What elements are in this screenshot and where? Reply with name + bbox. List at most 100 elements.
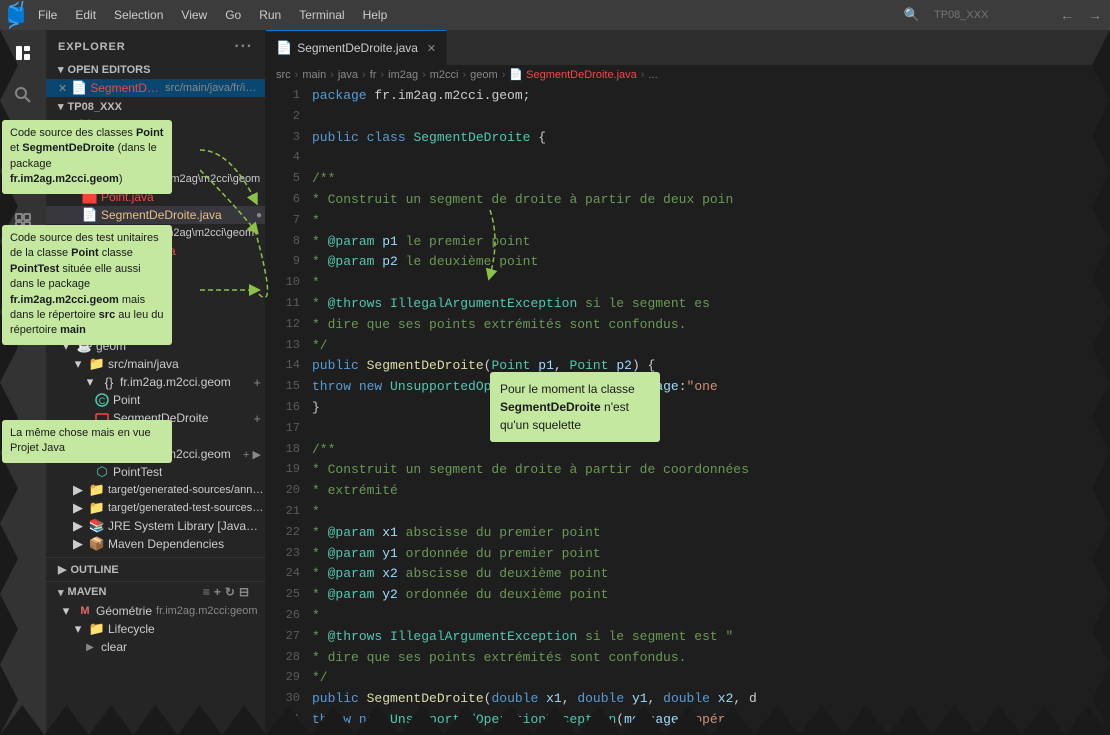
section-open-editors[interactable]: ▾ OPEN EDITORS [46, 60, 265, 79]
menu-file[interactable]: File [30, 6, 65, 24]
bc-file: 📄 SegmentDeDroite.java [509, 68, 636, 81]
search-input[interactable] [926, 7, 1046, 23]
jre-label: JRE System Library [JavaSE-21] [108, 519, 265, 533]
section-arrow: ▾ [58, 63, 64, 76]
project-title: TP08_XXX [68, 101, 122, 113]
generated-test-label: target/generated-test-sources/test-annot… [108, 502, 265, 514]
line-numbers: 12345 678910 1112131415 1617181920 21222… [266, 84, 308, 735]
menu-go[interactable]: Go [217, 6, 249, 24]
editor-area: 📄 SegmentDeDroite.java ✕ src › main › ja… [266, 30, 1110, 735]
tree-clear-goal[interactable]: ▶ clear [46, 638, 265, 656]
section-project[interactable]: ▾ TP08_XXX [46, 97, 265, 116]
code-line-2 [308, 107, 1110, 128]
sidebar-more[interactable]: ··· [234, 38, 253, 56]
package-main-label: fr.im2ag.m2cci.geom [120, 375, 231, 389]
maven-run-icon[interactable]: ↻ [225, 585, 235, 599]
code-line-18: /** [308, 440, 1110, 461]
tree-segment-java[interactable]: 📄 SegmentDeDroite.java ● [46, 206, 265, 224]
add-test-button[interactable]: + ▶ [243, 448, 261, 461]
section-arrow: ▾ [58, 586, 64, 599]
maven-collapse-icon[interactable]: ⊟ [239, 585, 249, 599]
code-line-7: * [308, 211, 1110, 232]
menu-edit[interactable]: Edit [67, 6, 104, 24]
tab-close-button[interactable]: ✕ [427, 42, 436, 55]
code-line-14: public SegmentDeDroite(Point p1, Point p… [308, 356, 1110, 377]
tree-maven-dep[interactable]: ▶ 📦 Maven Dependencies [46, 535, 265, 553]
menu-terminal[interactable]: Terminal [291, 6, 352, 24]
code-editor[interactable]: 12345 678910 1112131415 1617181920 21222… [266, 84, 1110, 735]
code-line-28: * dire que ses points extrémités sont co… [308, 648, 1110, 669]
maven-project-coords: fr.im2ag.m2cci:geom [156, 605, 257, 617]
code-line-1: package fr.im2ag.m2cci.geom; [308, 86, 1110, 107]
file-icon: 📄 [71, 80, 87, 96]
editor-tab-active[interactable]: 📄 SegmentDeDroite.java ✕ [266, 30, 447, 65]
tree-maven-project[interactable]: ▾ M Géométrie fr.im2ag.m2cci:geom [46, 602, 265, 620]
nav-forward[interactable]: → [1088, 7, 1102, 23]
outline-label: OUTLINE [70, 564, 118, 576]
code-line-23: * @param y1 ordonnée du premier point [308, 544, 1110, 565]
activity-search[interactable] [6, 78, 40, 112]
segment-java-label: SegmentDeDroite.java [101, 208, 222, 222]
maven-project-icon: M [77, 603, 93, 619]
search-icon: 🔍 [904, 7, 920, 23]
tree-jre[interactable]: ▶ 📚 JRE System Library [JavaSE-21] [46, 517, 265, 535]
code-line-27: * @throws IllegalArgumentException si le… [308, 627, 1110, 648]
add-method-button[interactable]: + [253, 411, 261, 426]
code-line-3: public class SegmentDeDroite { [308, 128, 1110, 149]
bc-java: java [338, 69, 358, 81]
bc-src: src [276, 69, 291, 81]
code-line-19: * Construit un segment de droite à parti… [308, 460, 1110, 481]
class-icon: C [94, 392, 110, 408]
code-line-30: public SegmentDeDroite(double x1, double… [308, 689, 1110, 710]
tab-filename: SegmentDeDroite.java [297, 41, 418, 55]
open-editor-item[interactable]: ✕ 📄 SegmentDeDroite.java src/main/java/f… [46, 79, 265, 97]
app-icon: ≺/≻ [8, 7, 24, 23]
menu-selection[interactable]: Selection [106, 6, 171, 24]
arrow-icon: ▾ [82, 374, 98, 390]
nav-back[interactable]: ← [1060, 7, 1074, 23]
menu-run[interactable]: Run [251, 6, 289, 24]
open-editor-path: src/main/java/fr/im2ag/m2cci/geom [165, 82, 265, 94]
svg-text:C: C [99, 396, 106, 406]
code-line-22: * @param x1 abscisse du premier point [308, 523, 1110, 544]
tree-generated-sources[interactable]: ▶ 📁 target/generated-sources/annotations [46, 481, 265, 499]
folder-icon: 📁 [89, 482, 105, 498]
bc-more: ... [648, 69, 657, 81]
arrow-icon: ▶ [70, 518, 86, 534]
maven-refresh-icon[interactable]: + [214, 585, 221, 599]
close-icon[interactable]: ✕ [58, 82, 67, 95]
tree-src-main-java[interactable]: ▾ 📁 src/main/java [46, 355, 265, 373]
tree-point-class[interactable]: C Point [46, 391, 265, 409]
clear-goal-label: clear [101, 640, 127, 654]
annotation-2: Code source des test unitaires de la cla… [2, 225, 172, 345]
maven-project-label: Géométrie [96, 604, 152, 618]
maven-label: MAVEN [68, 586, 107, 598]
folder-icon: 📁 [89, 356, 105, 372]
arrow-icon: ▾ [70, 621, 86, 637]
tooltip-skeleton: Pour le moment la classe SegmentDeDroite… [490, 372, 660, 442]
section-maven[interactable]: ▾ MAVEN ≡ + ↻ ⊟ [46, 581, 265, 602]
code-line-25: * @param y2 ordonnée du deuxième point [308, 585, 1110, 606]
arrow-icon: ▶ [70, 482, 86, 498]
folder-icon: 📁 [89, 500, 105, 516]
tree-lifecycle[interactable]: ▾ 📁 Lifecycle [46, 620, 265, 638]
section-outline[interactable]: ▶ OUTLINE [46, 557, 265, 579]
maven-add-icon[interactable]: ≡ [203, 585, 210, 599]
bc-im2ag: im2ag [388, 69, 418, 81]
arrow-icon: ▾ [70, 356, 86, 372]
maven-dep-label: Maven Dependencies [108, 537, 224, 551]
tree-generated-test-sources[interactable]: ▶ 📁 target/generated-test-sources/test-a… [46, 499, 265, 517]
java-icon: 📄 [82, 207, 98, 223]
tree-pointtest-class[interactable]: ⬡ PointTest [46, 463, 265, 481]
code-line-10: * [308, 273, 1110, 294]
menu-help[interactable]: Help [355, 6, 396, 24]
code-line-24: * @param x2 abscisse du deuxième point [308, 564, 1110, 585]
code-line-6: * Construit un segment de droite à parti… [308, 190, 1110, 211]
add-class-button[interactable]: + [253, 375, 261, 390]
open-editors-label: OPEN EDITORS [68, 64, 151, 76]
menu-view[interactable]: View [173, 6, 215, 24]
code-line-16: } [308, 398, 1110, 419]
annotation-1: Code source des classes Point et Segment… [2, 120, 172, 194]
code-line-17 [308, 419, 1110, 440]
tree-package-main[interactable]: ▾ {} fr.im2ag.m2cci.geom + [46, 373, 265, 391]
